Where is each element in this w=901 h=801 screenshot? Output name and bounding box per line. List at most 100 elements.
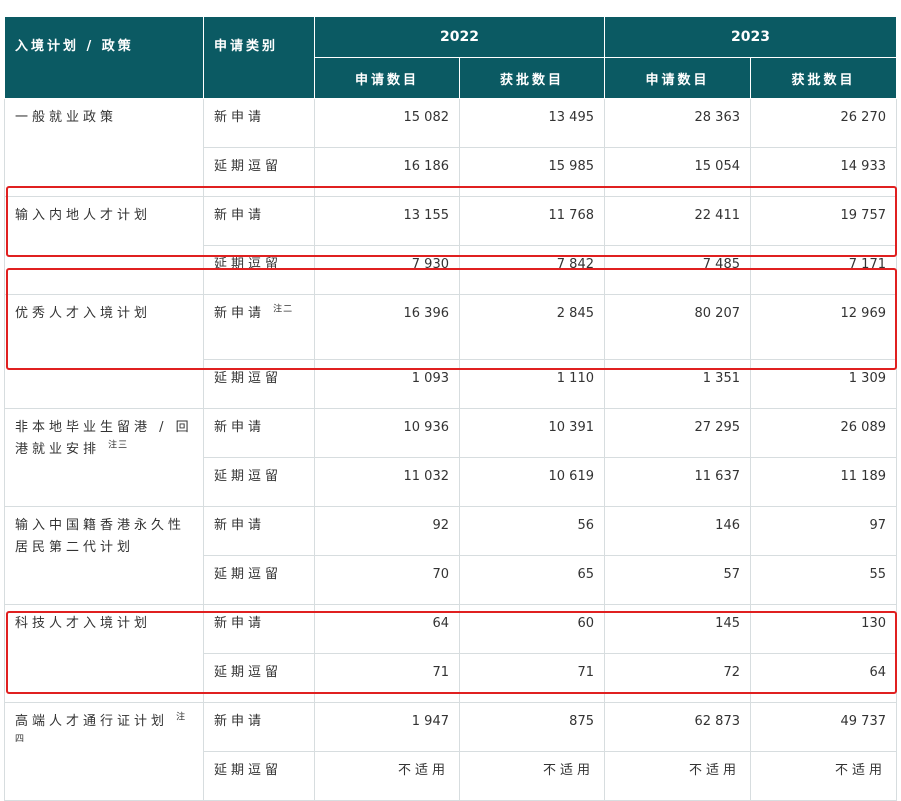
category-new: 新申请	[203, 98, 315, 148]
value-cell: 不适用	[604, 751, 751, 801]
value-cell: 7 930	[314, 245, 460, 295]
category-new: 新申请 注二	[203, 294, 315, 360]
table-container: 入境计划 / 政策 申请类别 2022 2023 申请数目 获批数目 申请数目 …	[4, 16, 897, 801]
category-extension: 延期逗留	[203, 555, 315, 605]
category-label: 新申请	[214, 714, 266, 729]
value-cell: 10 936	[314, 408, 460, 458]
table-row: 输入中国籍香港永久性居民第二代计划 新申请 92 56 146 97	[4, 506, 897, 605]
category-new: 新申请	[203, 702, 315, 752]
value-cell: 62 873	[604, 702, 751, 752]
table-row: 非本地毕业生留港 / 回港就业安排 注三 新申请 10 936 10 391 27 29…	[4, 408, 897, 507]
value-cell: 16 396	[314, 294, 460, 360]
value-cell: 11 032	[314, 457, 460, 507]
value-cell: 146	[604, 506, 751, 556]
header-applications-2022: 申请数目	[314, 57, 460, 99]
value-cell: 15 082	[314, 98, 460, 148]
scheme-label: 科技人才入境计划	[15, 616, 152, 631]
table-row: 科技人才入境计划 新申请 64 60 145 130	[4, 604, 897, 703]
scheme-name: 输入中国籍香港永久性居民第二代计划	[4, 506, 204, 605]
category-label: 新申请	[214, 110, 266, 125]
value-cell: 71	[314, 653, 460, 703]
category-label: 新申请	[214, 518, 266, 533]
category-new: 新申请	[203, 408, 315, 458]
immigration-stats-table: 入境计划 / 政策 申请类别 2022 2023 申请数目 获批数目 申请数目 …	[4, 16, 897, 801]
value-cell: 11 189	[750, 457, 897, 507]
value-cell: 19 757	[750, 196, 897, 246]
category-extension: 延期逗留	[203, 147, 315, 197]
value-cell: 27 295	[604, 408, 751, 458]
category-extension: 延期逗留	[203, 751, 315, 801]
scheme-label: 非本地毕业生留港 / 回港就业安排	[15, 420, 193, 457]
value-cell: 14 933	[750, 147, 897, 197]
value-cell: 15 054	[604, 147, 751, 197]
value-cell: 2 845	[459, 294, 605, 360]
value-cell: 10 391	[459, 408, 605, 458]
value-cell: 13 495	[459, 98, 605, 148]
value-cell: 1 947	[314, 702, 460, 752]
header-applications-2023: 申请数目	[604, 57, 751, 99]
value-cell: 64	[750, 653, 897, 703]
scheme-name: 一般就业政策	[4, 98, 204, 197]
scheme-name: 非本地毕业生留港 / 回港就业安排 注三	[4, 408, 204, 507]
value-cell: 不适用	[459, 751, 605, 801]
value-cell: 97	[750, 506, 897, 556]
value-cell: 11 768	[459, 196, 605, 246]
value-cell: 56	[459, 506, 605, 556]
category-new: 新申请	[203, 506, 315, 556]
table-row: 高端人才通行证计划 注四 新申请 1 947 875 62 873 49 737	[4, 702, 897, 801]
category-extension: 延期逗留	[203, 457, 315, 507]
footnote-ref: 注三	[108, 440, 129, 451]
scheme-name: 高端人才通行证计划 注四	[4, 702, 204, 801]
value-cell: 80 207	[604, 294, 751, 360]
value-cell: 64	[314, 604, 460, 654]
table-row: 输入内地人才计划 新申请 13 155 11 768 22 411 19 757	[4, 196, 897, 295]
scheme-label: 优秀人才入境计划	[15, 306, 152, 321]
value-cell: 12 969	[750, 294, 897, 360]
value-cell: 72	[604, 653, 751, 703]
value-cell: 1 309	[750, 359, 897, 409]
value-cell: 26 089	[750, 408, 897, 458]
category-extension: 延期逗留	[203, 359, 315, 409]
value-cell: 1 093	[314, 359, 460, 409]
value-cell: 49 737	[750, 702, 897, 752]
category-new: 新申请	[203, 604, 315, 654]
value-cell: 13 155	[314, 196, 460, 246]
scheme-name: 输入内地人才计划	[4, 196, 204, 295]
category-label: 新申请	[214, 616, 266, 631]
value-cell: 57	[604, 555, 751, 605]
value-cell: 875	[459, 702, 605, 752]
value-cell: 60	[459, 604, 605, 654]
value-cell: 7 171	[750, 245, 897, 295]
scheme-name: 科技人才入境计划	[4, 604, 204, 703]
footnote-ref: 注二	[273, 304, 294, 315]
scheme-label: 一般就业政策	[15, 110, 118, 125]
table-row: 优秀人才入境计划 新申请 注二 16 396 2 845 80 207 12 969	[4, 294, 897, 409]
value-cell: 55	[750, 555, 897, 605]
category-extension: 延期逗留	[203, 653, 315, 703]
value-cell: 15 985	[459, 147, 605, 197]
header-year-2023: 2023	[604, 16, 897, 58]
value-cell: 10 619	[459, 457, 605, 507]
header-year-2022: 2022	[314, 16, 605, 58]
value-cell: 7 485	[604, 245, 751, 295]
table-row: 一般就业政策 新申请 15 082 13 495 28 363 26 270	[4, 98, 897, 197]
header-approved-2022: 获批数目	[459, 57, 605, 99]
value-cell: 65	[459, 555, 605, 605]
value-cell: 1 351	[604, 359, 751, 409]
value-cell: 130	[750, 604, 897, 654]
value-cell: 28 363	[604, 98, 751, 148]
header-approved-2023: 获批数目	[750, 57, 897, 99]
category-label: 新申请	[214, 306, 266, 321]
value-cell: 71	[459, 653, 605, 703]
value-cell: 不适用	[314, 751, 460, 801]
value-cell: 不适用	[750, 751, 897, 801]
header-scheme: 入境计划 / 政策	[4, 16, 204, 99]
value-cell: 1 110	[459, 359, 605, 409]
scheme-label: 输入中国籍香港永久性居民第二代计划	[15, 518, 186, 555]
value-cell: 145	[604, 604, 751, 654]
scheme-label: 高端人才通行证计划	[15, 714, 169, 729]
category-label: 新申请	[214, 420, 266, 435]
scheme-label: 输入内地人才计划	[15, 208, 152, 223]
value-cell: 26 270	[750, 98, 897, 148]
category-label: 新申请	[214, 208, 266, 223]
